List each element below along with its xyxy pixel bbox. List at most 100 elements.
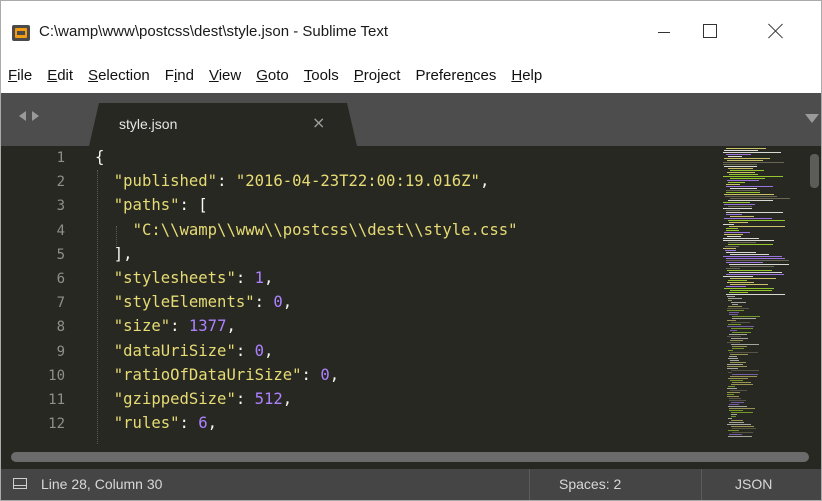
panel-toggle-icon[interactable] [13,478,27,489]
code-line: "published": "2016-04-23T22:00:19.016Z", [113,172,490,191]
horizontal-scrollbar[interactable] [11,452,809,462]
menu-item[interactable]: Find [158,64,202,88]
code-line: "gzippedSize": 512, [113,390,293,408]
indentation-setting[interactable]: Spaces: 2 [559,476,621,492]
status-bar: Line 28, Column 30 Spaces: 2 JSON [1,469,821,500]
minimap-line [726,274,784,275]
minimap-line [728,168,753,169]
minimap-line [727,296,735,297]
minimap-line [727,394,734,395]
minimap-line [727,326,754,327]
minimap-line [729,410,743,411]
minimap-line [728,430,739,431]
minimap-line [724,218,772,219]
maximize-button[interactable] [687,15,733,47]
tab-list-dropdown-icon[interactable] [805,114,819,123]
minimap-line [723,256,782,257]
maximize-icon [703,24,717,38]
window-title: C:\wamp\www\postcss\dest\style.json - Su… [39,23,389,40]
minimap-line [729,352,758,353]
status-divider [529,469,530,500]
code-line: { [95,148,105,166]
minimap-line [724,204,755,205]
minimap-line [723,238,759,239]
minimap-line [729,312,739,313]
menu-item[interactable]: Goto [249,64,297,88]
minimap-line [731,370,759,371]
minimap-line [725,196,777,197]
minimap-line [730,290,772,291]
menu-item[interactable]: Help [504,64,550,88]
close-icon [768,23,784,39]
minimap-line [730,354,748,355]
minimap-line [728,300,732,301]
code-area[interactable]: { "published": "2016-04-23T22:00:19.016Z… [95,146,715,444]
line-number-gutter: 1 2 3 4 5 6 7 8 9 10 11 12 [1,146,73,444]
minimap-line [723,276,753,277]
tab-style-json[interactable]: style.json × [89,103,357,146]
minimap-line [728,182,745,183]
minimap-line [726,286,746,287]
minimap-line [728,280,747,281]
minimap-line [728,156,742,157]
menu-item[interactable]: View [202,64,249,88]
vertical-scrollbar[interactable] [810,154,819,188]
minimap-line [724,288,774,289]
minimap-line [729,408,755,409]
menu-item[interactable]: Edit [40,64,81,88]
minimap-line [727,236,741,237]
minimap-line [731,414,737,415]
minimap-line [726,268,740,269]
tab-next-icon[interactable] [32,111,39,121]
syntax-selector[interactable]: JSON [735,476,772,492]
minimap-line [725,250,736,251]
minimap-line [729,398,741,399]
minimap[interactable] [719,146,809,444]
minimap-line [730,340,743,341]
tab-close-icon[interactable]: × [312,113,325,132]
code-editor[interactable]: 1 2 3 4 5 6 7 8 9 10 11 12 { "published": "2016-04-… [1,146,821,444]
minimap-line [723,152,781,153]
minimap-line [730,278,776,279]
minimap-line [723,202,750,203]
minimap-line [727,366,747,367]
minimap-line [732,304,738,305]
line-number: 10 [48,367,65,384]
minimize-icon [658,31,670,33]
menu-item[interactable]: File [1,64,40,88]
minimap-line [728,350,733,351]
minimap-line [728,200,773,201]
minimap-line [727,368,738,369]
tab-prev-icon[interactable] [19,111,26,121]
menu-item[interactable]: Project [347,64,409,88]
minimap-line [728,220,785,221]
menu-item[interactable]: Tools [297,64,347,88]
minimize-button[interactable] [641,15,687,47]
minimap-line [726,186,773,187]
minimap-line [726,212,783,213]
minimap-line [732,432,753,433]
code-line: "dataUriSize": 0, [113,341,274,360]
menu-bar: File Edit Selection Find View Goto Tools Projec… [1,59,821,93]
close-button[interactable] [753,15,799,47]
minimap-line [727,310,744,311]
minimap-line [726,210,740,211]
line-number: 1 [56,150,65,166]
tab-bar: style.json × [1,93,821,146]
minimap-line [732,318,756,319]
menu-item[interactable]: Preferences [408,64,504,88]
line-number: 6 [56,271,65,287]
minimap-line [726,190,760,191]
minimap-line [727,424,751,425]
sublime-window: C:\wamp\www\postcss\dest\style.json - Su… [0,0,822,501]
minimap-line [730,380,743,381]
minimap-line [728,378,748,379]
minimap-line [727,308,749,309]
minimap-line [729,314,738,315]
minimap-line [724,158,770,159]
minimap-line [727,388,737,389]
minimap-line [729,292,748,293]
minimap-line [727,320,736,321]
code-line: "ratioOfDataUriSize": 0, [113,365,340,384]
menu-item[interactable]: Selection [81,64,158,88]
